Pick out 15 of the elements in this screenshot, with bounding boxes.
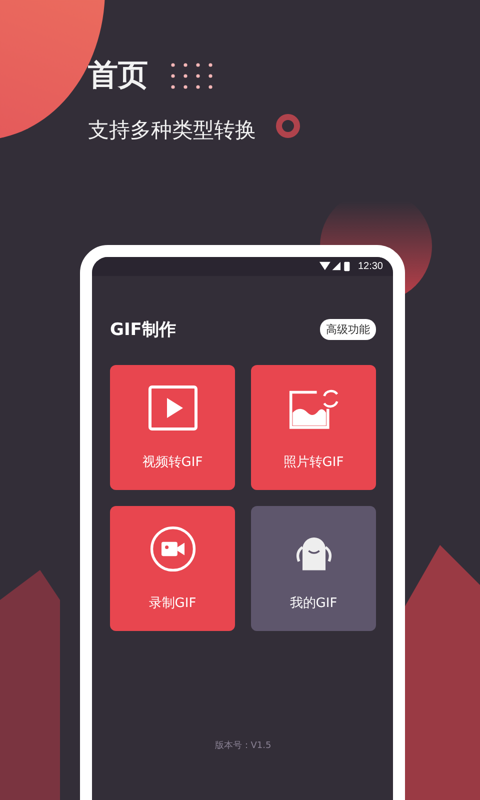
page-title: 首页 — [88, 57, 148, 95]
tile-button[interactable]: 录制GIF — [110, 506, 235, 631]
status-time: 12:30 — [358, 261, 383, 272]
dot-grid-icon — [170, 62, 214, 90]
decorative-ring — [276, 114, 300, 138]
version-text: 版本号：V1.5 — [214, 740, 272, 752]
advanced-button[interactable]: 高级功能 — [320, 319, 376, 340]
camera-icon — [148, 526, 198, 572]
tile-button[interactable]: 照片转GIF — [251, 365, 376, 490]
page-subtitle: 支持多种类型转换 — [88, 117, 256, 144]
section-title: GIF制作 — [110, 319, 176, 341]
play-icon — [148, 384, 198, 430]
tile-button[interactable]: 我的GIF — [251, 506, 376, 631]
tile-button[interactable]: 视频转GIF — [110, 365, 235, 490]
signal-icons — [318, 261, 352, 272]
